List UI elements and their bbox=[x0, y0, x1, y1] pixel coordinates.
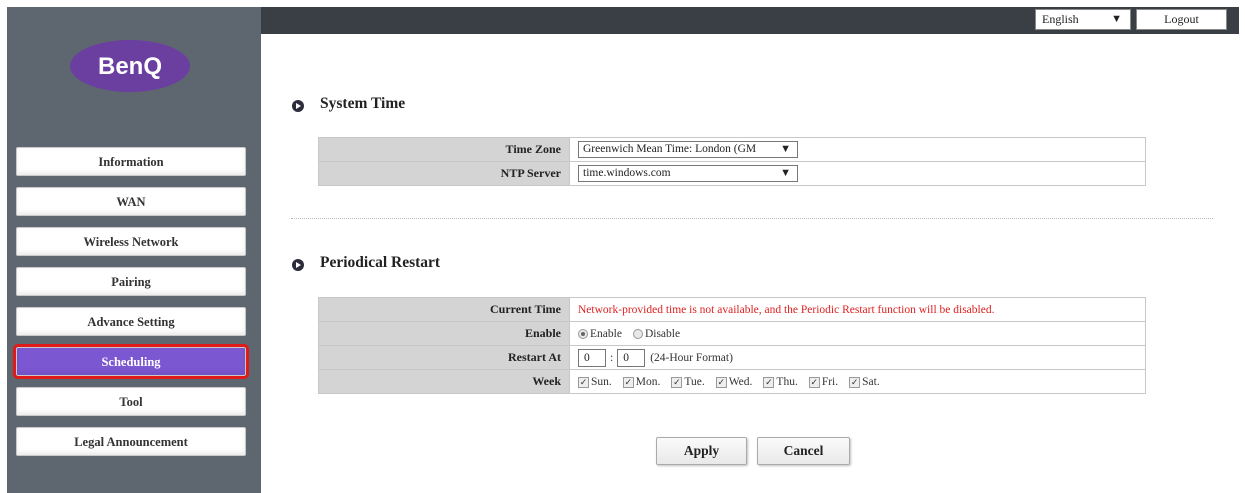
tuesday-checkbox[interactable]: ✓ bbox=[671, 376, 683, 388]
current-time-row: Current Time Network-provided time is no… bbox=[318, 297, 1146, 322]
monday-checkbox[interactable]: ✓ bbox=[622, 376, 634, 388]
restart-at-row: Restart At 0 : 0 (24-Hour Format) bbox=[318, 345, 1146, 370]
disable-radio[interactable] bbox=[632, 329, 643, 340]
sunday-checkbox[interactable]: ✓ bbox=[578, 376, 589, 388]
sidebar-item-scheduling[interactable]: Scheduling bbox=[13, 344, 249, 379]
thursday-checkbox[interactable]: ✓ bbox=[763, 376, 775, 388]
ntp-server-value: time.windows.com bbox=[583, 167, 671, 179]
sidebar-item-wan[interactable]: WAN bbox=[16, 187, 246, 216]
current-time-warning: Network-provided time is not available, … bbox=[578, 304, 995, 316]
system-time-table: Time Zone Greenwich Mean Time: London (G… bbox=[318, 137, 1146, 186]
sidebar-item-label: Tool bbox=[119, 395, 143, 409]
time-separator: : bbox=[610, 351, 614, 364]
section-bullet-icon bbox=[292, 259, 304, 271]
sidebar: BenQ Information WAN Wireless Network Pa… bbox=[7, 7, 261, 493]
sidebar-item-tool[interactable]: Tool bbox=[16, 387, 246, 416]
enable-radio[interactable] bbox=[578, 329, 588, 340]
time-zone-label: Time Zone bbox=[318, 137, 570, 162]
day-label: Wed. bbox=[728, 376, 753, 389]
wednesday-checkbox[interactable]: ✓ bbox=[715, 376, 727, 388]
logout-button[interactable]: Logout bbox=[1136, 9, 1227, 30]
benq-logo: BenQ bbox=[70, 40, 190, 92]
saturday-checkbox[interactable]: ✓ bbox=[849, 376, 861, 388]
format-note: (24-Hour Format) bbox=[650, 351, 733, 364]
sidebar-item-label: Legal Announcement bbox=[74, 435, 188, 449]
week-row: Week ✓ Sun. ✓ Mon. ✓ Tue. ✓ Wed. ✓ Thu. ✓ Fri.… bbox=[318, 369, 1146, 394]
top-bar: English ▼ Logout bbox=[261, 7, 1239, 34]
time-zone-value: Greenwich Mean Time: London (GM bbox=[583, 143, 757, 155]
app-frame: BenQ Information WAN Wireless Network Pa… bbox=[7, 7, 1239, 493]
logo-text: BenQ bbox=[98, 53, 162, 80]
ntp-server-label: NTP Server bbox=[318, 161, 570, 186]
sidebar-item-information[interactable]: Information bbox=[16, 147, 246, 176]
chevron-down-icon: ▼ bbox=[1111, 13, 1122, 25]
week-label: Week bbox=[318, 369, 570, 394]
ntp-server-select[interactable]: time.windows.com ▼ bbox=[578, 165, 798, 182]
periodical-restart-table: Current Time Network-provided time is no… bbox=[318, 297, 1146, 394]
enable-label: Enable bbox=[318, 321, 570, 346]
language-select[interactable]: English ▼ bbox=[1035, 9, 1131, 30]
disable-option-label: Disable bbox=[644, 328, 681, 341]
sidebar-item-label: Pairing bbox=[111, 275, 151, 289]
sidebar-item-label: WAN bbox=[116, 195, 146, 209]
current-time-label: Current Time bbox=[318, 297, 570, 322]
section-title-system-time: System Time bbox=[320, 95, 406, 112]
friday-checkbox[interactable]: ✓ bbox=[808, 376, 820, 388]
sidebar-item-legal-announcement[interactable]: Legal Announcement bbox=[16, 427, 246, 456]
day-label: Thu. bbox=[776, 376, 798, 389]
sidebar-item-label: Scheduling bbox=[101, 355, 161, 369]
time-zone-row: Time Zone Greenwich Mean Time: London (G… bbox=[318, 137, 1146, 162]
sidebar-item-pairing[interactable]: Pairing bbox=[16, 267, 246, 296]
language-value: English bbox=[1042, 12, 1079, 26]
day-label: Tue. bbox=[684, 376, 705, 389]
sidebar-item-label: Information bbox=[98, 155, 164, 169]
apply-button[interactable]: Apply bbox=[656, 437, 747, 465]
cancel-button[interactable]: Cancel bbox=[757, 437, 850, 465]
day-label: Sun. bbox=[591, 376, 612, 389]
section-title-periodical-restart: Periodical Restart bbox=[320, 254, 441, 271]
sidebar-item-label: Advance Setting bbox=[87, 315, 175, 329]
sidebar-item-wireless-network[interactable]: Wireless Network bbox=[16, 227, 246, 256]
section-divider bbox=[291, 218, 1213, 219]
hour-input[interactable]: 0 bbox=[578, 348, 606, 367]
ntp-server-row: NTP Server time.windows.com ▼ bbox=[318, 161, 1146, 186]
chevron-down-icon: ▼ bbox=[778, 166, 791, 181]
time-zone-select[interactable]: Greenwich Mean Time: London (GM ▼ bbox=[578, 141, 798, 158]
restart-at-label: Restart At bbox=[318, 345, 570, 370]
day-label: Fri. bbox=[821, 376, 839, 389]
enable-option-label: Enable bbox=[590, 328, 622, 341]
sidebar-item-advance-setting[interactable]: Advance Setting bbox=[16, 307, 246, 336]
minute-input[interactable]: 0 bbox=[617, 348, 646, 367]
day-label: Sat. bbox=[862, 376, 880, 389]
day-label: Mon. bbox=[635, 376, 661, 389]
sidebar-item-label: Wireless Network bbox=[83, 235, 179, 249]
enable-row: Enable Enable Disable bbox=[318, 321, 1146, 346]
chevron-down-icon: ▼ bbox=[778, 142, 791, 157]
section-bullet-icon bbox=[292, 100, 304, 112]
